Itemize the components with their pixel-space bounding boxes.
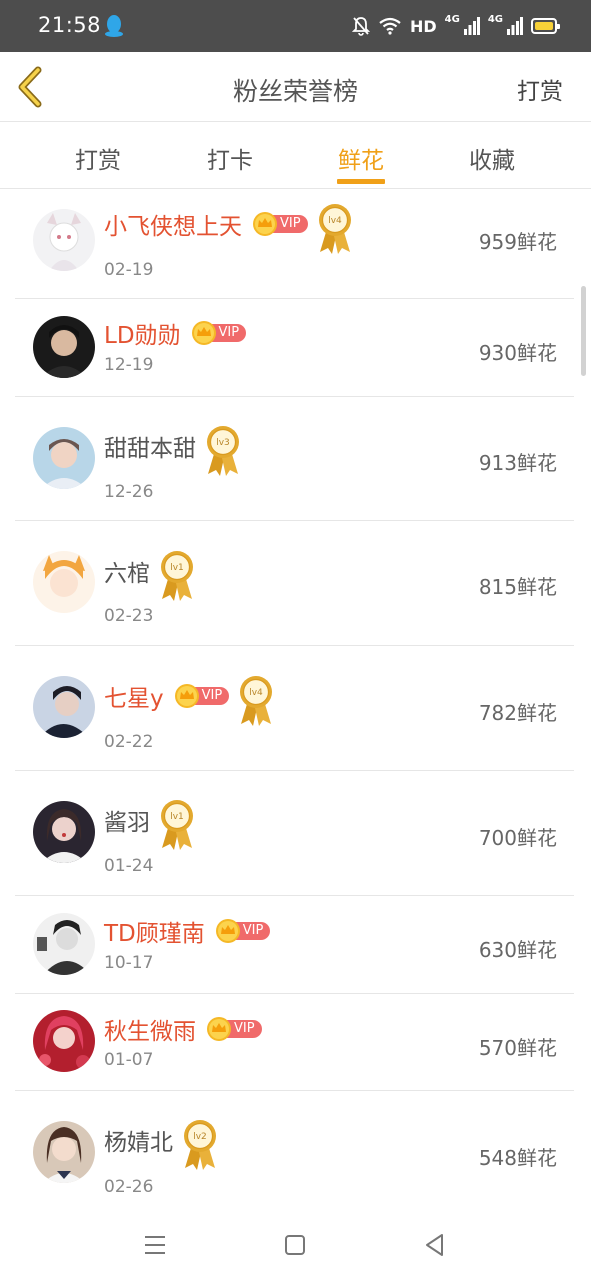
username: 秋生微雨: [104, 1019, 196, 1045]
active-tab-indicator: [337, 179, 385, 184]
avatar: [33, 676, 95, 738]
flower-count: 930鲜花: [478, 341, 557, 365]
crown-icon: [174, 684, 199, 708]
level-medal-icon: lv4: [239, 675, 273, 726]
list-item[interactable]: 七星y VIP lv4 02-22 782鲜花: [15, 646, 574, 771]
vip-badge: VIP: [252, 212, 308, 236]
vip-badge: VIP: [206, 1017, 262, 1041]
status-bar: 21:58 HD 4G 4G: [0, 0, 591, 52]
list-item[interactable]: 六棺 lv1 02-23 815鲜花: [15, 521, 574, 646]
network-label-2: 4G: [487, 14, 503, 25]
list-item[interactable]: TD顾瑾南 VIP 10-17 630鲜花: [15, 896, 574, 994]
crown-icon: [207, 1017, 231, 1041]
tab-checkin[interactable]: 打卡: [207, 141, 253, 175]
list-item[interactable]: 秋生微雨 VIP 01-07 570鲜花: [15, 994, 574, 1091]
vip-badge: VIP: [191, 321, 247, 345]
tab-reward[interactable]: 打赏: [75, 141, 121, 175]
avatar: [33, 209, 95, 271]
crown-icon: [191, 321, 216, 345]
network-label-1: 4G: [444, 14, 460, 25]
crown-icon: [253, 212, 277, 236]
avatar: [33, 1121, 95, 1183]
date: 12-19: [104, 355, 154, 375]
date: 02-19: [104, 260, 154, 280]
header: 粉丝荣誉榜 打赏: [0, 52, 591, 122]
tab-bar: 打赏 打卡 鲜花 收藏: [0, 123, 591, 189]
vip-badge: VIP: [174, 684, 230, 708]
wifi-icon: [379, 17, 401, 35]
username: LD勋勋: [104, 323, 181, 349]
list-item[interactable]: 小飞侠想上天 VIP lv4 02-19 959鲜花: [15, 189, 574, 299]
list-item[interactable]: 杨婧北 lv2 02-26 548鲜花: [15, 1091, 574, 1210]
battery-icon: [531, 18, 560, 34]
avatar: [33, 316, 95, 378]
list-item[interactable]: 酱羽 lv1 01-24 700鲜花: [15, 771, 574, 896]
date: 10-17: [104, 953, 154, 973]
back-triangle-icon[interactable]: [422, 1232, 448, 1258]
signal-icon-2: [507, 17, 523, 35]
level-medal-icon: lv4: [317, 203, 352, 254]
list-item[interactable]: LD勋勋 VIP 12-19 930鲜花: [15, 299, 574, 397]
svg-text:lv2: lv2: [193, 1132, 207, 1142]
qq-icon: [105, 15, 123, 37]
date: 02-26: [104, 1177, 154, 1197]
system-nav-bar: [0, 1210, 591, 1280]
avatar: [33, 1010, 95, 1072]
date: 12-26: [104, 482, 154, 502]
tab-flowers[interactable]: 鲜花: [338, 141, 384, 175]
username: 七星y: [104, 686, 164, 712]
date: 01-24: [104, 856, 154, 876]
level-medal-icon: lv1: [160, 799, 194, 850]
menu-icon[interactable]: [142, 1232, 168, 1258]
vip-badge: VIP: [215, 919, 271, 943]
signal-icon: [463, 17, 480, 35]
flower-count: 570鲜花: [478, 1036, 557, 1060]
flower-count: 630鲜花: [478, 938, 557, 962]
username: 酱羽: [104, 810, 150, 836]
username: 小飞侠想上天: [104, 214, 242, 240]
avatar: [33, 913, 95, 975]
date: 01-07: [104, 1050, 154, 1070]
list-item[interactable]: 甜甜本甜 lv3 12-26 913鲜花: [15, 397, 574, 521]
svg-text:lv4: lv4: [249, 688, 263, 698]
reward-button[interactable]: 打赏: [517, 72, 563, 106]
flower-count: 959鲜花: [478, 230, 557, 254]
username: 杨婧北: [104, 1130, 173, 1156]
scrollbar[interactable]: [581, 286, 586, 376]
svg-text:lv4: lv4: [328, 216, 342, 226]
tab-favorites[interactable]: 收藏: [469, 141, 515, 175]
flower-count: 782鲜花: [478, 701, 557, 725]
date: 02-23: [104, 606, 154, 626]
flower-count: 815鲜花: [478, 575, 557, 599]
flower-count: 913鲜花: [478, 451, 557, 475]
avatar: [33, 801, 95, 863]
home-icon[interactable]: [282, 1232, 308, 1258]
level-medal-icon: lv3: [206, 425, 240, 476]
hd-label: HD: [409, 16, 437, 36]
avatar: [33, 551, 95, 613]
flower-count: 700鲜花: [478, 826, 557, 850]
username: 甜甜本甜: [104, 436, 196, 462]
svg-text:lv1: lv1: [170, 812, 184, 822]
avatar: [33, 427, 95, 489]
mute-bell-icon: [351, 17, 370, 36]
level-medal-icon: lv1: [160, 550, 194, 601]
level-medal-icon: lv2: [183, 1119, 217, 1170]
status-time: 21:58: [38, 13, 102, 37]
flower-count: 548鲜花: [478, 1146, 557, 1170]
username: 六棺: [104, 561, 150, 587]
crown-icon: [215, 919, 240, 943]
date: 02-22: [104, 732, 154, 752]
username: TD顾瑾南: [104, 921, 205, 947]
svg-text:lv1: lv1: [170, 563, 184, 573]
page-title: 粉丝荣誉榜: [232, 77, 358, 106]
svg-text:lv3: lv3: [216, 438, 230, 448]
